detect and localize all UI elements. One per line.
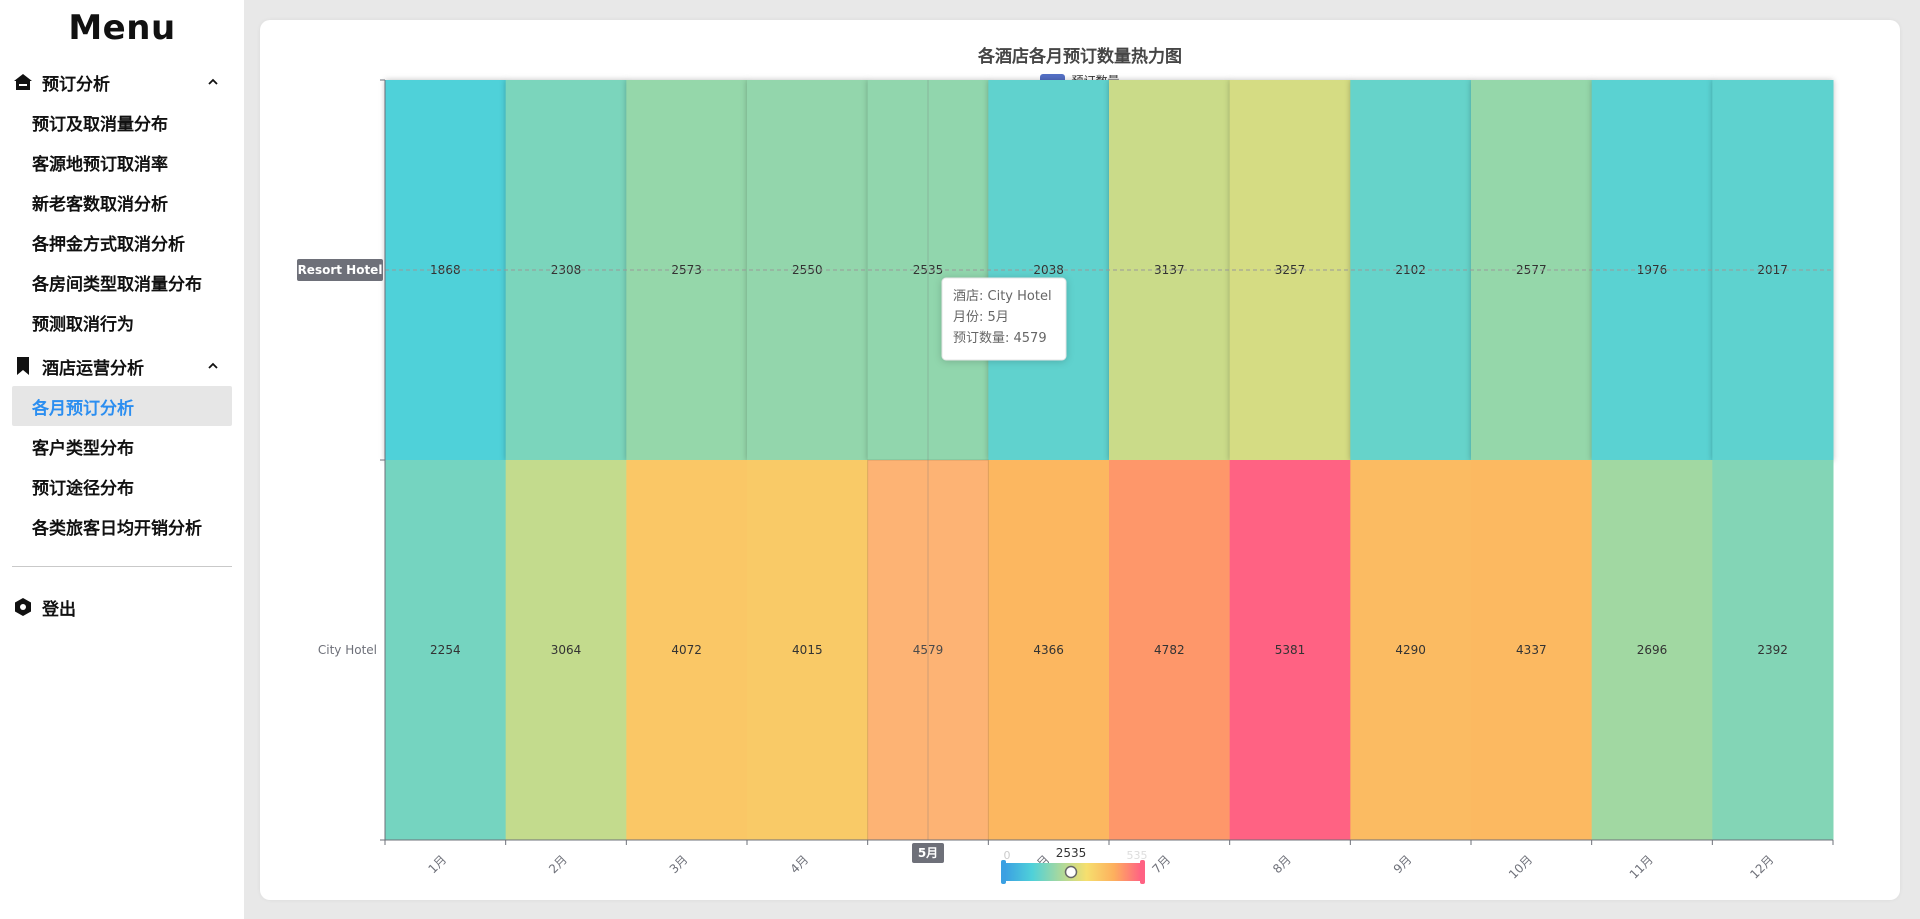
x-axis-label: 1月 (425, 852, 449, 876)
x-axis-label: 3月 (667, 852, 691, 876)
x-axis-pointer-label: 5月 (918, 846, 938, 860)
cell-value-label: 4072 (671, 643, 702, 657)
sidebar-divider (12, 566, 232, 567)
x-axis-label: 12月 (1747, 852, 1776, 881)
cell-value-label: 5381 (1275, 643, 1306, 657)
menu-item-origin-cancel-rate[interactable]: 客源地预订取消率 (12, 142, 232, 182)
menu-item-monthly-booking[interactable]: 各月预订分析 (12, 386, 232, 426)
visual-map-handle-min[interactable] (1001, 860, 1006, 884)
group-label: 酒店运营分析 (42, 354, 206, 379)
cell-value-label: 4782 (1154, 643, 1185, 657)
group-label: 预订分析 (42, 70, 206, 95)
x-axis-label: 9月 (1391, 852, 1415, 876)
chevron-up-icon (206, 359, 220, 373)
x-axis-label: 7月 (1149, 852, 1173, 876)
x-axis-label: 4月 (787, 852, 811, 876)
x-axis-label: 11月 (1627, 852, 1656, 881)
menu-item-daily-spend[interactable]: 各类旅客日均开销分析 (12, 506, 232, 546)
visual-map-value-label: 2535 (1056, 846, 1087, 860)
home-icon (12, 71, 34, 93)
menu-title: Menu (0, 0, 244, 56)
menu-item-customer-type[interactable]: 客户类型分布 (12, 426, 232, 466)
bookmark-icon (12, 355, 34, 377)
visual-map-indicator[interactable] (1066, 867, 1077, 878)
chevron-up-icon (206, 75, 220, 89)
logout-label: 登出 (42, 595, 76, 620)
x-axis-label: 10月 (1506, 852, 1535, 881)
menu-item-room-type-cancel[interactable]: 各房间类型取消量分布 (12, 262, 232, 302)
y-axis-label: City Hotel (318, 643, 377, 657)
cell-value-label: 4337 (1516, 643, 1547, 657)
menu-item-booking-channel[interactable]: 预订途径分布 (12, 466, 232, 506)
menu-item-booking-cancel-distribution[interactable]: 预订及取消量分布 (12, 102, 232, 142)
visual-map-min-label: 0 (1004, 849, 1011, 862)
cell-value-label: 4015 (792, 643, 823, 657)
menu-item-deposit-cancel[interactable]: 各押金方式取消分析 (12, 222, 232, 262)
cell-value-label: 2254 (430, 643, 461, 657)
y-axis-pointer-label: Resort Hotel (298, 263, 383, 277)
cell-value-label: 4366 (1033, 643, 1064, 657)
group-header-booking-analysis[interactable]: 预订分析 (0, 62, 244, 102)
tooltip-line: 月份: 5月 (953, 310, 1009, 325)
visual-map-handle-max[interactable] (1140, 860, 1145, 884)
menu-item-predict-cancel[interactable]: 预测取消行为 (12, 302, 232, 342)
tooltip-line: 酒店: City Hotel (953, 289, 1052, 304)
menu-item-new-old-guest-cancel[interactable]: 新老客数取消分析 (12, 182, 232, 222)
cell-value-label: 4290 (1395, 643, 1426, 657)
sidebar: Menu 预订分析 预订及取消量分布 客源地预订取消率 新老客数取消分析 各押金… (0, 0, 244, 919)
group-header-hotel-operations[interactable]: 酒店运营分析 (0, 346, 244, 386)
hexagon-logout-icon (12, 596, 34, 618)
cell-value-label: 2392 (1757, 643, 1788, 657)
cell-value-label: 2696 (1637, 643, 1668, 657)
chart-card: 各酒店各月预订数量热力图 预订数量 1868230825732550253520… (260, 20, 1900, 900)
heatmap-chart[interactable]: 1868230825732550253520383137325721022577… (260, 20, 1900, 900)
tooltip-line: 预订数量: 4579 (953, 331, 1047, 346)
cell-value-label: 3064 (551, 643, 582, 657)
x-axis-label: 8月 (1270, 852, 1294, 876)
visual-map-max-label: 535 (1127, 849, 1148, 862)
x-axis-label: 2月 (546, 852, 570, 876)
logout-button[interactable]: 登出 (0, 587, 244, 627)
